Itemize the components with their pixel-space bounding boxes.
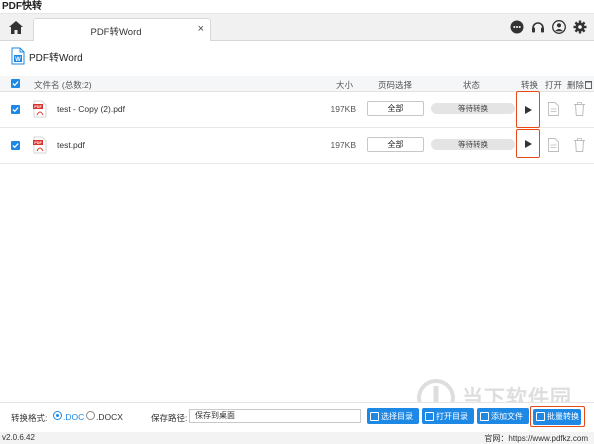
file-size: 197KB <box>330 104 356 114</box>
row-checkbox[interactable] <box>11 141 20 150</box>
format-radio-doc[interactable] <box>53 411 62 420</box>
batch-convert-label: 批量转换 <box>547 412 579 421</box>
save-path-label: 保存路径: <box>151 413 188 423</box>
add-file-button[interactable]: 添加文件 <box>477 408 529 424</box>
app-title: PDF快转 <box>2 1 42 12</box>
svg-text:PDF: PDF <box>34 141 42 145</box>
title-bar: PDF快转 <box>0 0 594 14</box>
header-filename: 文件名 (总数:2) <box>34 80 92 90</box>
user-icon <box>551 19 566 34</box>
tab-pdf-to-word[interactable]: PDF转Word × <box>33 18 211 41</box>
format-option-doc[interactable]: .DOC <box>63 412 84 422</box>
file-name: test - Copy (2).pdf <box>57 104 126 114</box>
user-button[interactable] <box>550 18 567 35</box>
row-checkbox[interactable] <box>11 105 20 114</box>
select-all-checkbox[interactable] <box>11 79 20 88</box>
page-header: W PDF转Word <box>11 46 83 66</box>
header-status: 状态 <box>463 80 481 90</box>
header-open: 打开 <box>545 80 563 90</box>
folder-icon <box>370 411 379 421</box>
bottom-bar: 转换格式: .DOC .DOCX 保存路径: 保存到桌面 选择目录 打开目录 添… <box>0 402 594 430</box>
add-file-icon <box>480 411 489 421</box>
open-file-icon[interactable] <box>548 138 559 152</box>
svg-text:W: W <box>15 57 21 63</box>
word-file-icon: W <box>11 47 25 65</box>
choose-dir-button[interactable]: 选择目录 <box>367 408 419 424</box>
format-option-docx[interactable]: .DOCX <box>96 412 123 422</box>
play-icon <box>524 139 532 148</box>
headset-icon <box>531 21 544 32</box>
table-row[interactable]: PDF test - Copy (2).pdf 197KB 全部 等待转换 <box>0 91 594 128</box>
trash-icon[interactable] <box>574 138 585 152</box>
convert-button[interactable] <box>516 129 540 158</box>
convert-button[interactable] <box>516 91 540 128</box>
home-icon <box>9 20 23 34</box>
website-link[interactable]: 官网：https://www.pdfkz.com <box>484 433 588 444</box>
table-header: 文件名 (总数:2) 大小 页码选择 状态 转换 打开 删除 <box>0 76 594 92</box>
svg-text:PDF: PDF <box>34 105 42 109</box>
header-convert: 转换 <box>521 80 539 90</box>
page-title: PDF转Word <box>29 52 83 64</box>
open-file-icon[interactable] <box>548 102 559 116</box>
header-pages: 页码选择 <box>378 80 413 90</box>
save-path-input[interactable]: 保存到桌面 <box>189 409 361 423</box>
tab-bar: PDF转Word × <box>0 14 594 41</box>
header-size: 大小 <box>336 80 354 90</box>
check-icon <box>12 81 19 87</box>
version-text: v2.0.6.42 <box>2 433 35 442</box>
tab-close-icon[interactable]: × <box>198 22 204 36</box>
table-row[interactable]: PDF test.pdf 197KB 全部 等待转换 <box>0 128 594 164</box>
status-badge: 等待转换 <box>431 139 515 150</box>
status-footer: v2.0.6.42 官网：https://www.pdfkz.com <box>0 432 594 444</box>
chat-icon <box>510 20 523 33</box>
file-name: test.pdf <box>57 140 85 150</box>
trash-icon[interactable] <box>574 102 585 116</box>
batch-convert-icon <box>536 412 545 421</box>
open-folder-icon <box>425 411 434 421</box>
trash-all-icon[interactable] <box>585 80 592 89</box>
top-toolbar <box>508 18 588 35</box>
headset-button[interactable] <box>529 18 546 35</box>
batch-convert-highlight: 批量转换 <box>530 406 585 427</box>
tab-label: PDF转Word <box>90 27 142 38</box>
status-badge: 等待转换 <box>431 103 515 114</box>
open-dir-label: 打开目录 <box>436 411 468 421</box>
format-radio-docx[interactable] <box>86 411 95 420</box>
header-delete: 删除 <box>567 80 585 90</box>
format-label: 转换格式: <box>11 413 48 423</box>
open-dir-button[interactable]: 打开目录 <box>422 408 474 424</box>
play-icon <box>524 105 532 114</box>
page-select-button[interactable]: 全部 <box>367 101 424 116</box>
gear-icon <box>573 20 586 33</box>
add-file-label: 添加文件 <box>491 411 523 421</box>
settings-button[interactable] <box>571 18 588 35</box>
chat-button[interactable] <box>508 18 525 35</box>
pdf-file-icon: PDF <box>33 136 47 154</box>
file-size: 197KB <box>330 140 356 150</box>
check-icon <box>12 143 19 149</box>
home-button[interactable] <box>6 17 26 37</box>
batch-convert-button[interactable]: 批量转换 <box>533 408 581 425</box>
page-select-button[interactable]: 全部 <box>367 137 424 152</box>
choose-dir-label: 选择目录 <box>381 411 413 421</box>
check-icon <box>12 107 19 113</box>
pdf-file-icon: PDF <box>33 100 47 118</box>
